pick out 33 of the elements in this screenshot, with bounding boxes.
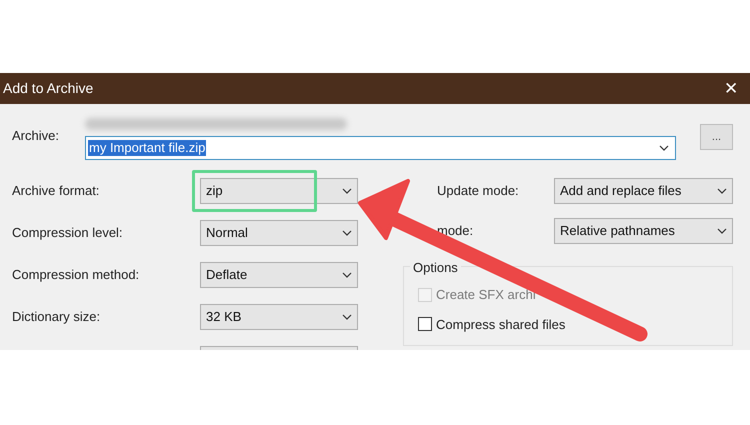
dropdown[interactable]: Add and replace files: [554, 178, 733, 204]
field-label: Archive:: [12, 127, 60, 145]
chevron-down-icon: [342, 230, 352, 236]
field-label: Archive format:: [12, 182, 100, 200]
dropdown[interactable]: zip: [200, 178, 358, 204]
chevron-down-icon: [342, 272, 352, 278]
dropdown-value: Normal: [206, 224, 248, 242]
dropdown[interactable]: 32 KB: [200, 304, 358, 330]
checkbox[interactable]: [418, 317, 432, 332]
dropdown-value: Deflate: [206, 266, 248, 284]
field-label: Dictionary size:: [12, 308, 102, 326]
chevron-down-icon: [659, 145, 669, 151]
chevron-down-icon: [342, 314, 352, 320]
window-title: Add to Archive: [3, 79, 94, 98]
dropdown-value: Relative pathnames: [560, 222, 675, 240]
close-button[interactable]: ✕: [724, 80, 738, 97]
field-label: Compression method:: [12, 266, 140, 284]
field-label: Update mode:: [437, 183, 519, 198]
field-label: mode:: [437, 223, 474, 238]
archive-path-field[interactable]: my Important file.zip: [85, 136, 676, 160]
dropdown-value: 32 KB: [206, 308, 242, 326]
dropdown[interactable]: Relative pathnames: [554, 218, 733, 244]
field-label: Compression level:: [12, 224, 124, 242]
dropdown[interactable]: Normal: [200, 220, 358, 246]
dropdown-value: Add and replace files: [560, 182, 682, 200]
chevron-down-icon: [717, 188, 727, 194]
dropdown[interactable]: Deflate: [200, 262, 358, 288]
selected-text: my Important file.zip: [88, 140, 206, 156]
browse-button[interactable]: ...: [700, 124, 733, 150]
dropdown-value: zip: [206, 182, 223, 200]
chevron-down-icon: [717, 228, 727, 234]
checkbox-option[interactable]: Compress shared files: [418, 314, 732, 334]
chevron-down-icon: [342, 188, 352, 194]
